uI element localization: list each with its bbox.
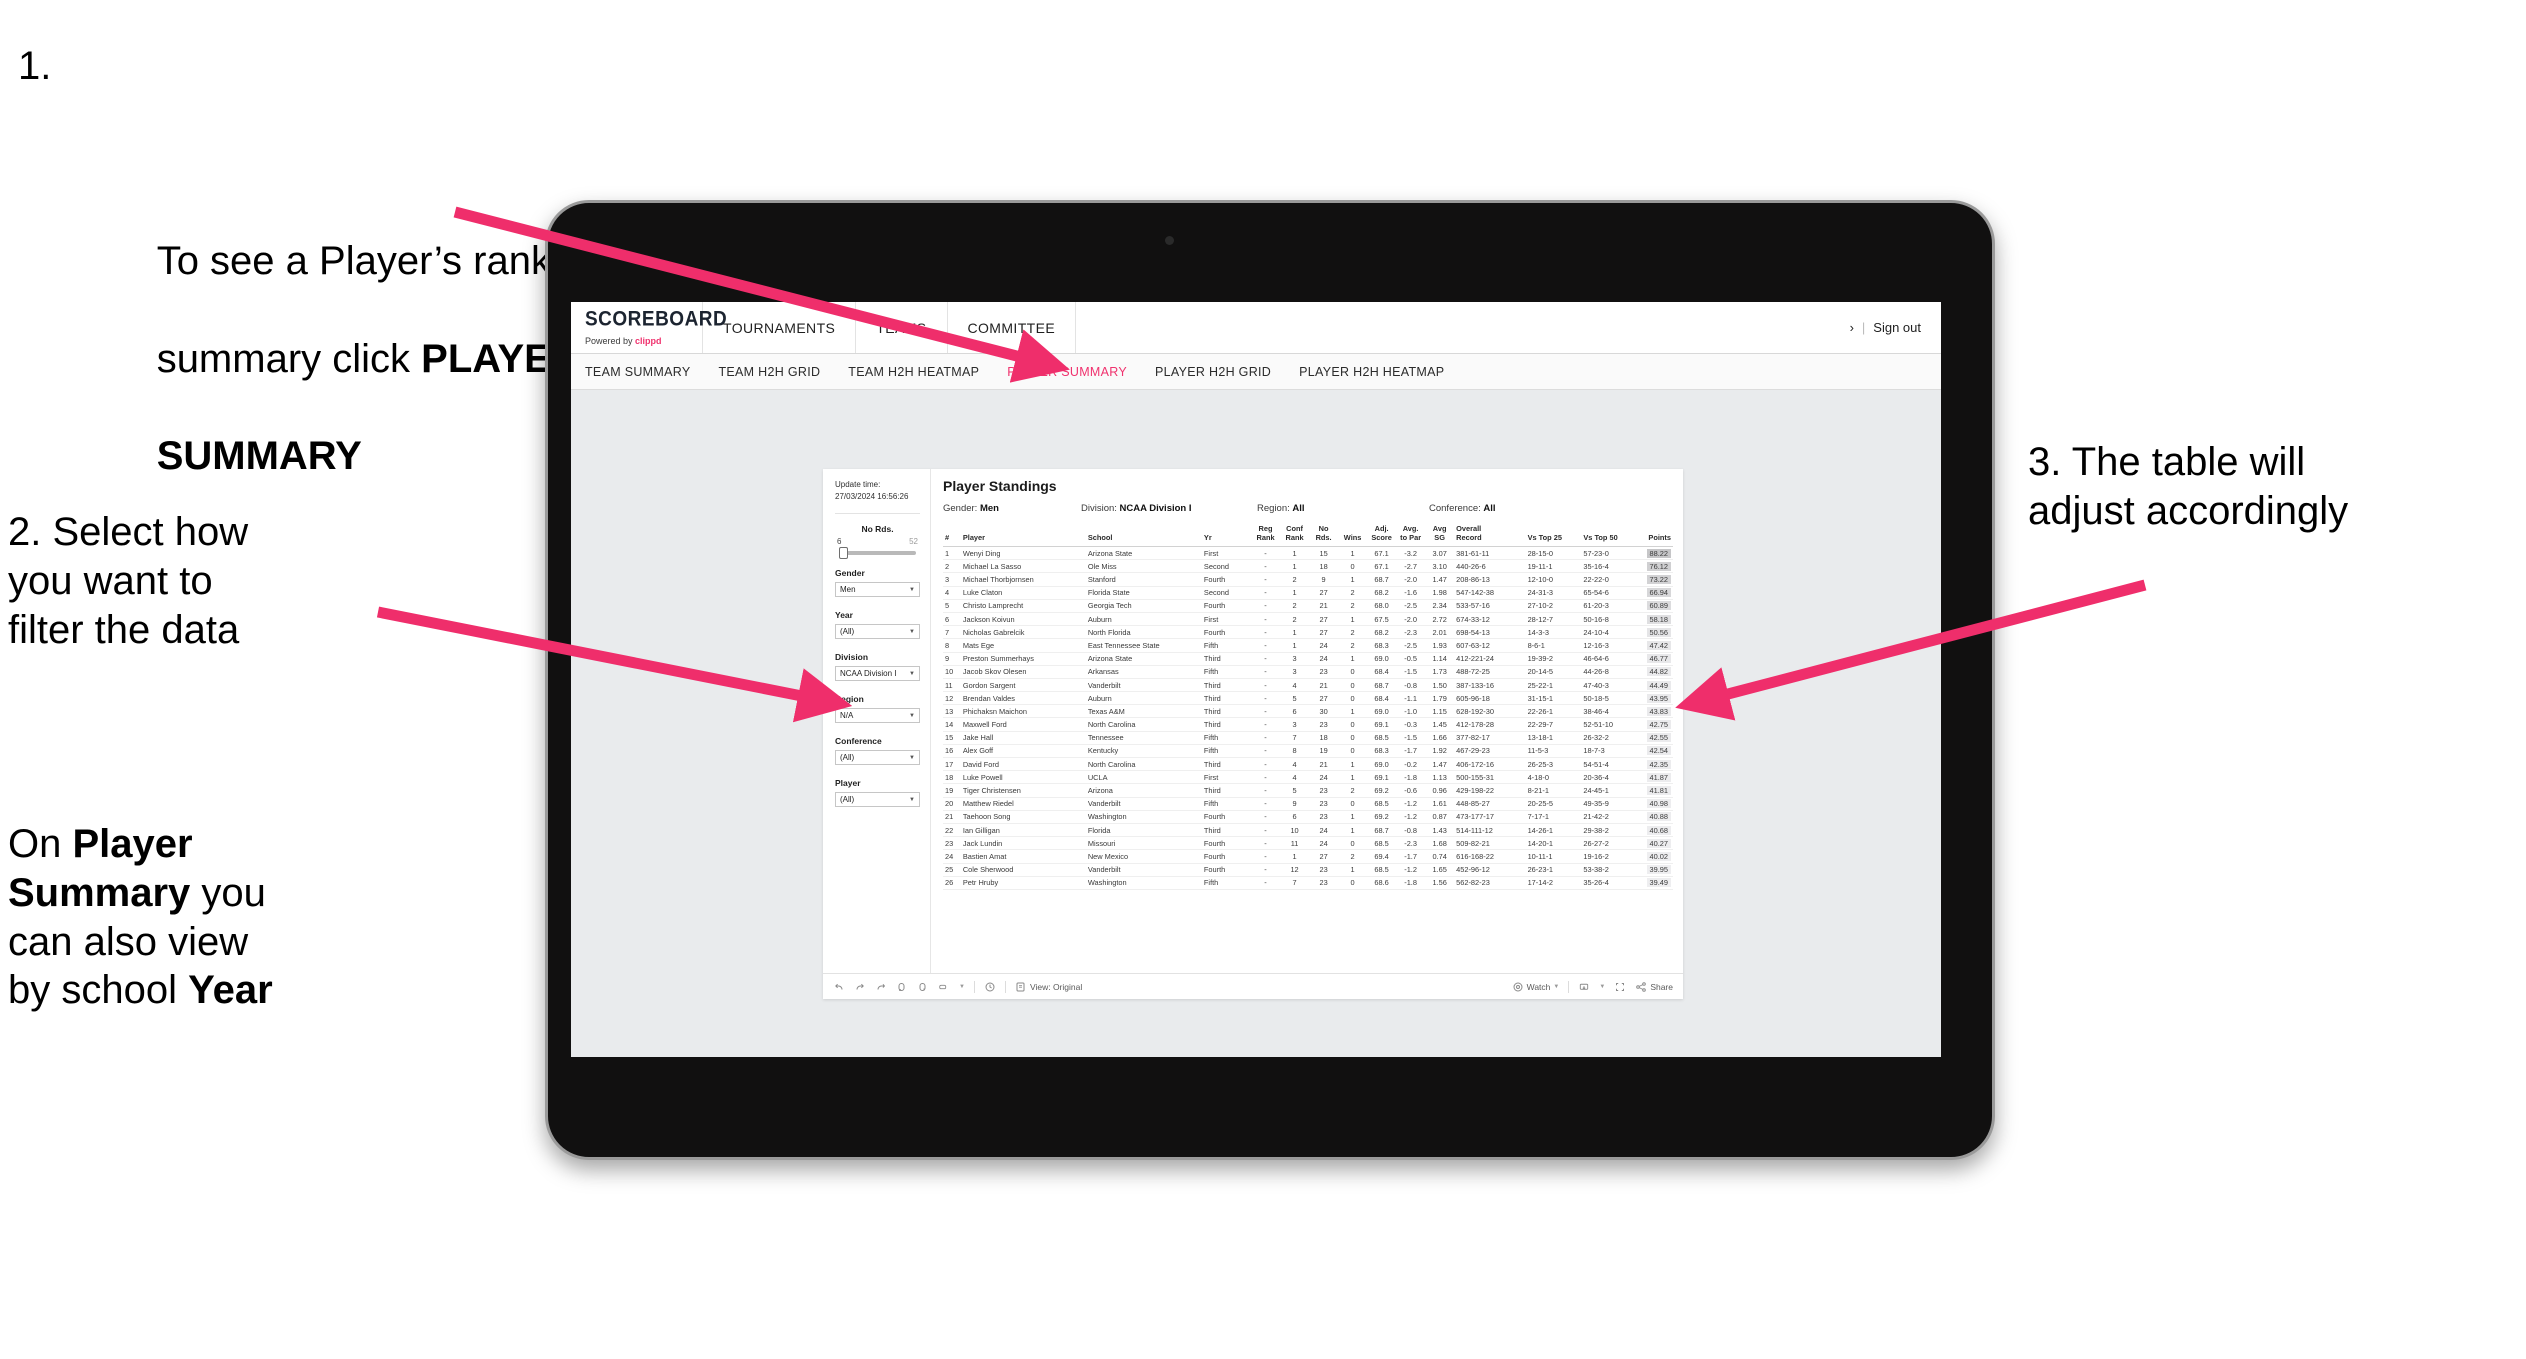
arrow-to-table [1675, 579, 2147, 721]
slide-canvas: 1. To see a Player’s rankings summary cl… [0, 0, 2526, 1359]
arrow-to-player-summary [453, 206, 1070, 383]
annotation-arrows [376, 206, 2147, 723]
arrow-to-filters [376, 606, 853, 723]
